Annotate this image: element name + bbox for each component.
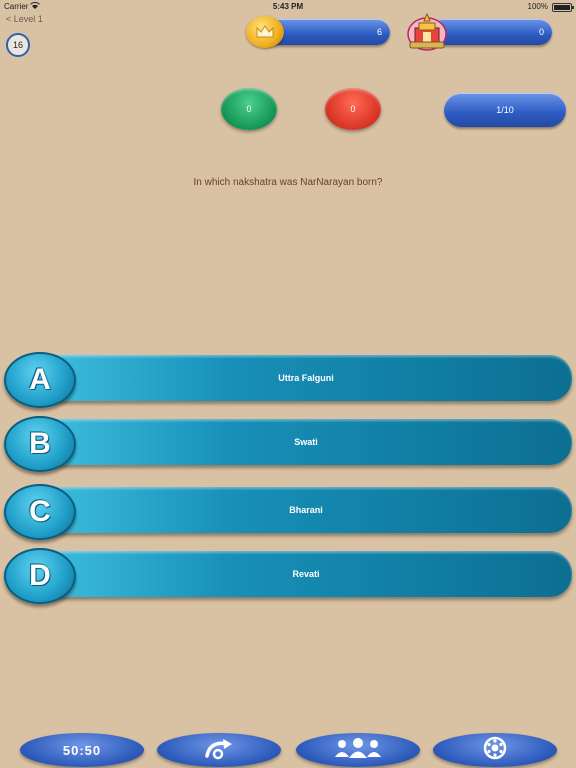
status-time: 5:43 PM bbox=[272, 2, 304, 11]
answer-text: Revati bbox=[292, 569, 320, 579]
skip-question-icon bbox=[199, 736, 239, 765]
temple-logo-icon bbox=[406, 12, 448, 52]
phone-dial-icon bbox=[482, 736, 508, 765]
coin-crown-icon bbox=[246, 16, 284, 48]
skip-question-button[interactable] bbox=[157, 733, 281, 767]
battery-icon bbox=[552, 3, 574, 12]
answer-text: Bharani bbox=[289, 505, 323, 515]
coins-value: 6 bbox=[376, 27, 382, 37]
wrong-count: 0 bbox=[325, 88, 381, 130]
audience-poll-button[interactable] bbox=[296, 733, 420, 767]
correct-count: 0 bbox=[221, 88, 277, 130]
countdown-timer: 16 bbox=[6, 33, 30, 57]
answer-text: Uttra Falguni bbox=[278, 373, 334, 383]
status-bar: Carrier 5:43 PM 100% bbox=[0, 0, 576, 12]
answer-option-d[interactable]: Revati D bbox=[4, 548, 572, 604]
answer-letter-badge: D bbox=[4, 548, 76, 604]
audience-poll-icon bbox=[330, 737, 386, 764]
prize-value: 0 bbox=[538, 27, 544, 37]
question-progress: 1/10 bbox=[444, 93, 566, 127]
back-button[interactable]: < Level 1 bbox=[6, 14, 43, 24]
question-text: In which nakshatra was NarNarayan born? bbox=[193, 177, 383, 188]
battery-percent: 100% bbox=[527, 2, 548, 11]
fifty-fifty-button[interactable]: 50:50 bbox=[20, 733, 144, 767]
prize-counter: 0 bbox=[430, 19, 552, 45]
answer-letter-badge: A bbox=[4, 352, 76, 408]
answer-option-c[interactable]: Bharani C bbox=[4, 484, 572, 540]
answer-text: Swati bbox=[294, 437, 318, 447]
phone-a-friend-button[interactable] bbox=[433, 733, 557, 767]
answer-letter-badge: C bbox=[4, 484, 76, 540]
answer-letter-badge: B bbox=[4, 416, 76, 472]
answer-option-a[interactable]: Uttra Falguni A bbox=[4, 352, 572, 408]
answer-option-b[interactable]: Swati B bbox=[4, 416, 572, 472]
